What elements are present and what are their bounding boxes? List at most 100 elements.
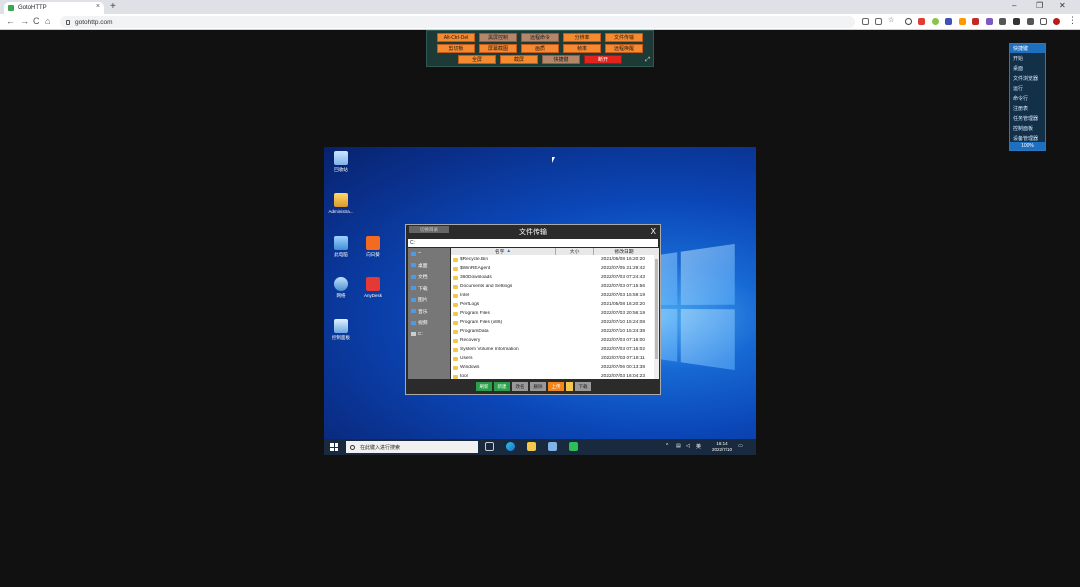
extension-blue-icon[interactable] [945, 18, 952, 25]
desktop-icon-anydesk[interactable]: AnyDesk [356, 277, 390, 298]
extension-dark-icon[interactable] [1013, 18, 1020, 25]
toolbar-button[interactable]: 画质 [521, 44, 559, 53]
sidebar-item-videos[interactable]: 视频 [408, 317, 450, 329]
quick-key-item[interactable]: 命令行 [1010, 93, 1045, 103]
toolbar-button[interactable]: 远程命令 [521, 33, 559, 42]
task-view-icon[interactable] [485, 442, 494, 451]
hotkey-button[interactable]: 快捷键 [542, 55, 580, 64]
desktop-icon-control-panel[interactable]: 控制面板 [324, 319, 358, 341]
file-row[interactable]: Intel 2022/07/03 15:59:19 [451, 291, 659, 300]
file-row[interactable]: Users 2022/07/03 07:18:11 [451, 354, 659, 363]
tray-volume-icon[interactable]: ◁ [686, 443, 690, 449]
extension-red-icon[interactable] [918, 18, 925, 25]
disconnect-button[interactable]: 断开 [584, 55, 622, 64]
windows-start-icon[interactable] [330, 443, 338, 451]
taskbar-clock[interactable]: 16:14 2022/7/10 [712, 441, 732, 453]
file-row[interactable]: Program Files (x86) 2022/07/10 15:24:08 [451, 318, 659, 327]
url-bar[interactable]: gotohttp.com [60, 16, 855, 28]
close-window-button[interactable]: ✕ [1059, 1, 1066, 10]
zoom-level[interactable]: 100% [1010, 142, 1045, 150]
tab-close-icon[interactable]: × [96, 3, 100, 10]
quick-key-item[interactable]: 控制面板 [1010, 123, 1045, 133]
refresh-button[interactable]: 刷新 [476, 382, 492, 391]
bookmark-star-icon[interactable]: ☆ [888, 16, 895, 24]
path-input[interactable]: C: [408, 239, 658, 247]
browser-tab[interactable]: GotoHTTP × [4, 2, 104, 14]
forward-button[interactable]: → [20, 16, 29, 26]
file-row[interactable]: $Recycle.Bin 2021/05/08 16:20:20 [451, 255, 659, 264]
desktop-icon-recycle-bin[interactable]: 回收站 [324, 151, 358, 173]
quick-key-item[interactable]: 注册表 [1010, 103, 1045, 113]
file-row[interactable]: Documents and Settings 2022/07/03 07:15:5… [451, 282, 659, 291]
file-row[interactable]: Windows 2022/07/06 00:13:38 [451, 363, 659, 372]
toolbar-button[interactable]: 远程唤醒 [605, 44, 643, 53]
quick-keys-title[interactable]: 快捷键 [1010, 44, 1045, 53]
column-name[interactable]: 名字 ▲ [451, 248, 556, 255]
browser-menu-button[interactable]: ⋮ [1068, 15, 1077, 25]
quick-key-item[interactable]: 文件浏览器 [1010, 73, 1045, 83]
desktop-icon-network[interactable]: 网络 [324, 277, 358, 299]
extensions-puzzle-icon[interactable] [1027, 18, 1034, 25]
side-panel-icon[interactable] [1040, 18, 1047, 25]
back-button[interactable]: ← [6, 16, 15, 26]
sidebar-item-pictures[interactable]: 图片 [408, 294, 450, 306]
profile-avatar[interactable] [1053, 18, 1060, 25]
file-row[interactable]: ProgramData 2022/07/10 15:24:38 [451, 327, 659, 336]
file-row[interactable]: 360Downloads 2022/07/03 07:24:43 [451, 273, 659, 282]
install-app-icon[interactable] [862, 18, 869, 25]
toolbar-button[interactable]: Alt-Ctrl-Del [437, 33, 475, 42]
file-row[interactable]: System Volume Information 2022/07/03 07:1… [451, 345, 659, 354]
toolbar-button[interactable]: 屏幕截图 [479, 44, 517, 53]
file-row[interactable]: $WinREAgent 2022/07/05 21:29:42 [451, 264, 659, 273]
extension-gray-icon[interactable] [999, 18, 1006, 25]
tray-language-icon[interactable]: 英 [696, 443, 701, 450]
screenshot-button[interactable]: 截屏 [500, 55, 538, 64]
edge-browser-icon[interactable] [506, 442, 515, 451]
upload-button[interactable]: 上传 [548, 382, 564, 391]
toolbar-button[interactable]: 剪切板 [437, 44, 475, 53]
quick-key-item[interactable]: 开始 [1010, 53, 1045, 63]
resize-icon[interactable]: ⤢ [645, 57, 650, 64]
file-row[interactable]: Recovery 2022/07/03 07:16:00 [451, 336, 659, 345]
delete-button[interactable]: 删除 [530, 382, 546, 391]
column-size[interactable]: 大小 [556, 248, 594, 255]
quick-key-item[interactable]: 任务管理器 [1010, 113, 1045, 123]
new-folder-button[interactable]: 新建 [494, 382, 510, 391]
toolbar-button[interactable]: 帧率 [563, 44, 601, 53]
download-button[interactable]: 下载 [575, 382, 591, 391]
toolbar-button[interactable]: 黑屏控制 [479, 33, 517, 42]
green-app-icon[interactable] [569, 442, 578, 451]
sidebar-item-documents[interactable]: 文档 [408, 271, 450, 283]
quick-key-item[interactable]: 桌面 [1010, 63, 1045, 73]
extension-purple-icon[interactable] [986, 18, 993, 25]
taskbar-search-box[interactable]: 在此键入进行搜索 [346, 441, 478, 453]
restore-button[interactable]: ❐ [1036, 1, 1043, 10]
notification-icon[interactable]: ▭ [738, 443, 743, 449]
reload-button[interactable]: C [33, 16, 40, 26]
sidebar-item-music[interactable]: 音乐 [408, 306, 450, 318]
desktop-icon-user-folder[interactable]: Administra... [324, 193, 358, 214]
home-button[interactable]: ⌂ [45, 16, 50, 26]
file-list-scrollbar[interactable] [654, 255, 659, 379]
sidebar-item-downloads[interactable]: 下载 [408, 283, 450, 295]
share-icon[interactable] [875, 18, 882, 25]
toolbar-button[interactable]: 分辨率 [563, 33, 601, 42]
sidebar-item-desktop[interactable]: 桌面 [408, 260, 450, 272]
extension-orange-icon[interactable] [959, 18, 966, 25]
file-row[interactable]: tool 2022/07/03 16:04:23 [451, 372, 659, 379]
fullscreen-button[interactable]: 全屏 [458, 55, 496, 64]
desktop-icon-this-pc[interactable]: 此电脑 [324, 236, 358, 258]
column-date[interactable]: 修改日期 [594, 248, 654, 255]
dialog-close-button[interactable]: X [651, 227, 656, 236]
file-explorer-icon[interactable] [527, 442, 536, 451]
sidebar-item-drive-c[interactable]: C: [408, 329, 450, 341]
rename-button[interactable]: 改名 [512, 382, 528, 391]
remote-app-icon[interactable] [548, 442, 557, 451]
new-tab-button[interactable]: + [110, 1, 116, 12]
remote-desktop-screen[interactable]: 回收站 Administra... 此电脑 向日葵 网络 AnyDesk 控制面… [324, 147, 756, 455]
extension-green-icon[interactable] [932, 18, 939, 25]
sidebar-item-home[interactable]: ~ [408, 248, 450, 260]
extension-circle-icon[interactable] [905, 18, 912, 25]
desktop-icon-sunlogin[interactable]: 向日葵 [356, 236, 390, 258]
file-row[interactable]: PerfLogs 2021/05/08 16:20:20 [451, 300, 659, 309]
